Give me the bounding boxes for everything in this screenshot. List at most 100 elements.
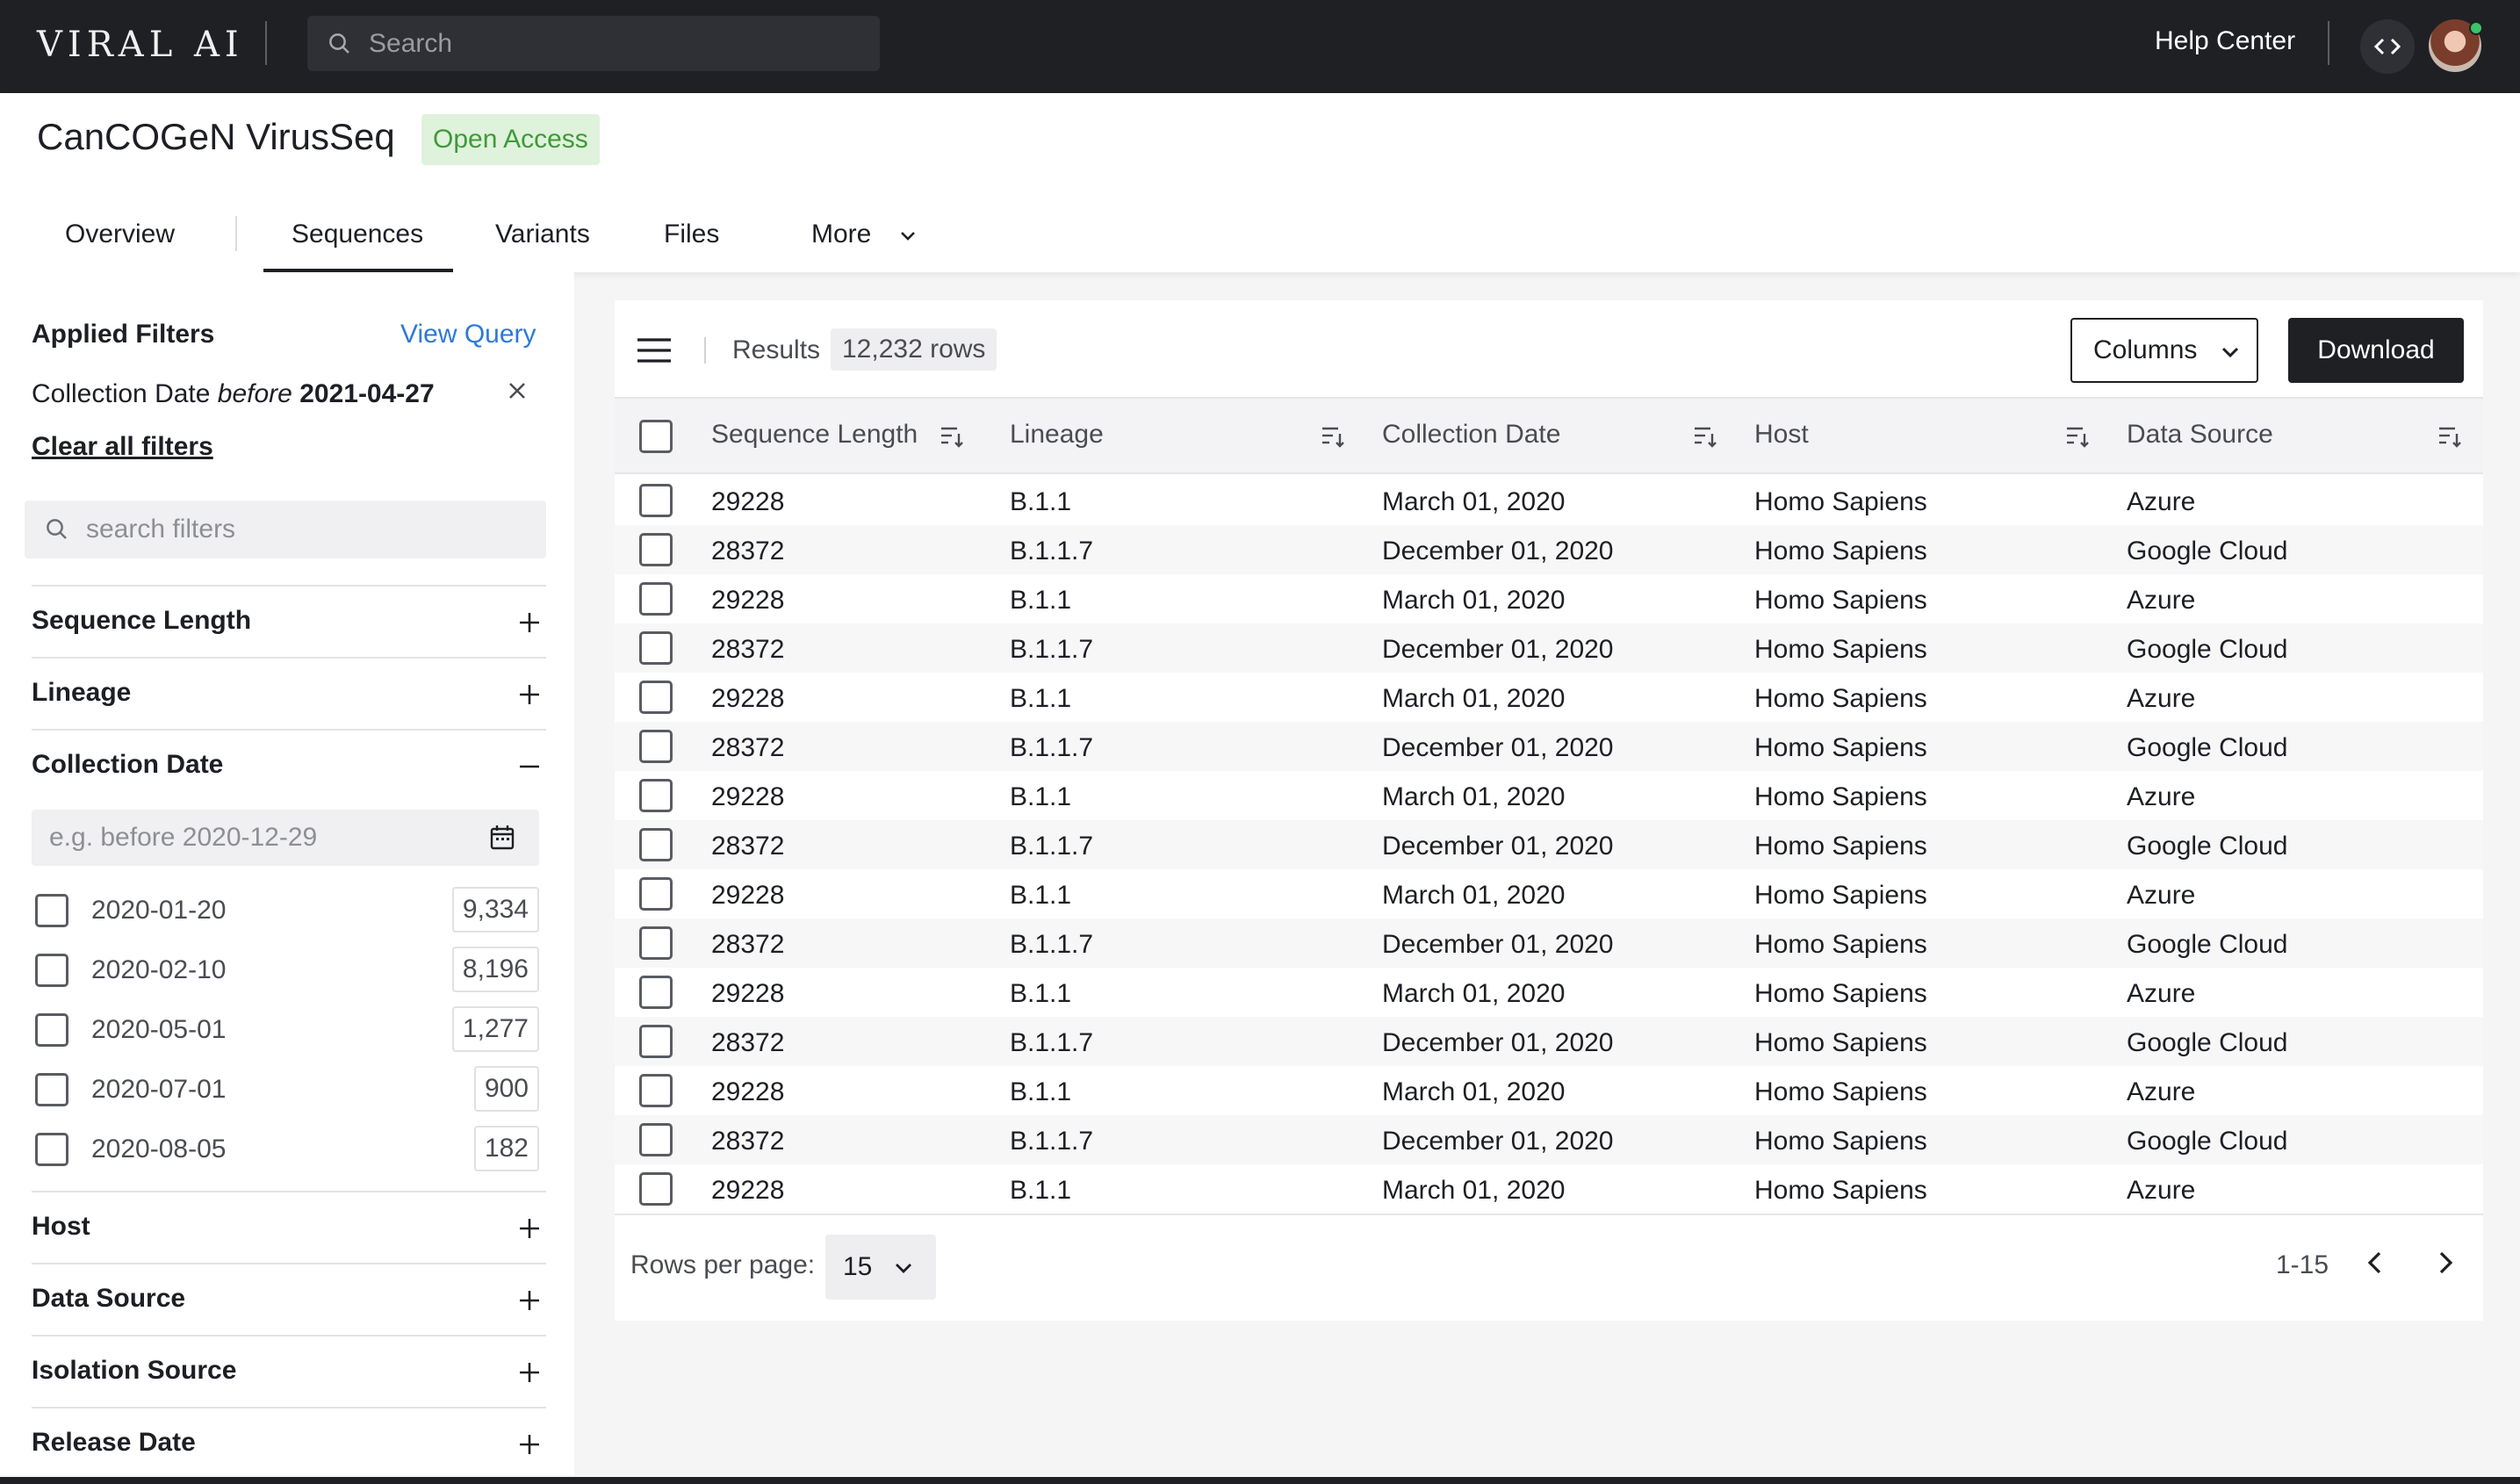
row-checkbox[interactable]	[639, 533, 673, 566]
checkbox[interactable]	[35, 1013, 68, 1047]
cell-sequence-length: 28372	[711, 1127, 785, 1156]
tab-files[interactable]: Files	[664, 220, 719, 249]
checkbox[interactable]	[35, 894, 68, 927]
tab-variants[interactable]: Variants	[495, 220, 590, 249]
date-option[interactable]: 2020-08-05 182	[35, 1126, 539, 1171]
table-row[interactable]: 28372 B.1.1.7 December 01, 2020 Homo Sapien…	[615, 623, 2483, 673]
table-row[interactable]: 29228 B.1.1 March 01, 2020 Homo Sapiens Azur…	[615, 1164, 2483, 1214]
filter-section-lineage[interactable]: Lineage	[32, 657, 546, 729]
row-checkbox[interactable]	[639, 1123, 673, 1156]
sort-icon[interactable]	[940, 425, 964, 448]
row-checkbox[interactable]	[639, 631, 673, 665]
table-row[interactable]: 29228 B.1.1 March 01, 2020 Homo Sapiens Azur…	[615, 476, 2483, 525]
select-all-checkbox[interactable]	[639, 420, 673, 453]
date-option[interactable]: 2020-07-01 900	[35, 1066, 539, 1112]
column-header-data-source[interactable]: Data Source	[2127, 420, 2273, 450]
row-checkbox[interactable]	[639, 681, 673, 714]
column-header-sequence-length[interactable]: Sequence Length	[711, 420, 918, 450]
filter-section-isolation-source[interactable]: Isolation Source	[32, 1335, 546, 1407]
table-row[interactable]: 28372 B.1.1.7 December 01, 2020 Homo Sapien…	[615, 918, 2483, 968]
checkbox[interactable]	[35, 954, 68, 987]
table-row[interactable]: 29228 B.1.1 March 01, 2020 Homo Sapiens Azur…	[615, 574, 2483, 623]
hamburger-menu-icon[interactable]	[636, 335, 673, 365]
rows-per-page-select[interactable]: 15	[825, 1235, 936, 1300]
table-row[interactable]: 29228 B.1.1 March 01, 2020 Homo Sapiens Azur…	[615, 968, 2483, 1017]
close-icon[interactable]	[506, 379, 529, 402]
chevron-left-icon[interactable]	[2362, 1249, 2390, 1277]
filter-section-data-source[interactable]: Data Source	[32, 1263, 546, 1335]
viral-ai-logo[interactable]: VIRAL AI	[37, 25, 244, 65]
row-checkbox[interactable]	[639, 976, 673, 1009]
sort-icon[interactable]	[1693, 425, 1717, 448]
row-checkbox[interactable]	[639, 1172, 673, 1206]
minus-icon[interactable]	[518, 755, 541, 778]
filter-section-release-date[interactable]: Release Date	[32, 1407, 546, 1479]
filter-section-label: Lineage	[32, 678, 132, 707]
clear-all-filters-link[interactable]: Clear all filters	[32, 432, 213, 462]
row-checkbox[interactable]	[639, 828, 673, 861]
collection-date-input[interactable]	[32, 810, 539, 866]
collection-date-field[interactable]	[49, 810, 471, 866]
plus-icon[interactable]	[518, 1289, 541, 1312]
columns-button[interactable]: Columns	[2070, 318, 2258, 383]
checkbox[interactable]	[35, 1073, 68, 1106]
filter-section-collection-date[interactable]: Collection Date	[32, 729, 546, 801]
column-header-lineage[interactable]: Lineage	[1010, 420, 1104, 450]
search-icon	[47, 519, 67, 539]
plus-icon[interactable]	[518, 1361, 541, 1384]
date-option[interactable]: 2020-01-20 9,334	[35, 887, 539, 933]
table-row[interactable]: 29228 B.1.1 March 01, 2020 Homo Sapiens Azur…	[615, 771, 2483, 820]
sort-icon[interactable]	[1321, 425, 1345, 448]
table-row[interactable]: 29228 B.1.1 March 01, 2020 Homo Sapiens Azur…	[615, 1066, 2483, 1115]
checkbox[interactable]	[35, 1133, 68, 1166]
row-checkbox[interactable]	[639, 1074, 673, 1107]
cell-collection-date: March 01, 2020	[1382, 881, 1566, 910]
plus-icon[interactable]	[518, 1217, 541, 1240]
cell-sequence-length: 29228	[711, 1176, 785, 1205]
cell-host: Homo Sapiens	[1754, 832, 1927, 861]
cell-data-source: Azure	[2127, 586, 2196, 615]
row-checkbox[interactable]	[639, 877, 673, 911]
table-row[interactable]: 28372 B.1.1.7 December 01, 2020 Homo Sapien…	[615, 1017, 2483, 1066]
date-option[interactable]: 2020-05-01 1,277	[35, 1006, 539, 1052]
filter-section-sequence-length[interactable]: Sequence Length	[32, 585, 546, 657]
plus-icon[interactable]	[518, 611, 541, 634]
search-icon	[329, 33, 349, 54]
help-center-link[interactable]: Help Center	[2155, 26, 2295, 56]
table-row[interactable]: 28372 B.1.1.7 December 01, 2020 Homo Sapien…	[615, 722, 2483, 771]
table-row[interactable]: 29228 B.1.1 March 01, 2020 Homo Sapiens Azur…	[615, 673, 2483, 722]
api-code-button[interactable]	[2360, 19, 2415, 74]
plus-icon[interactable]	[518, 683, 541, 706]
filter-search[interactable]	[25, 501, 546, 558]
row-checkbox[interactable]	[639, 730, 673, 763]
chevron-right-icon[interactable]	[2430, 1249, 2459, 1277]
view-query-link[interactable]: View Query	[400, 320, 536, 349]
column-header-host[interactable]: Host	[1754, 420, 1809, 450]
table-row[interactable]: 28372 B.1.1.7 December 01, 2020 Homo Sapien…	[615, 820, 2483, 869]
row-checkbox[interactable]	[639, 1025, 673, 1058]
cell-data-source: Google Cloud	[2127, 537, 2288, 566]
sort-icon[interactable]	[2065, 425, 2090, 448]
sort-icon[interactable]	[2437, 425, 2462, 448]
filter-section-host[interactable]: Host	[32, 1191, 546, 1263]
table-row[interactable]: 28372 B.1.1.7 December 01, 2020 Homo Sapien…	[615, 525, 2483, 574]
filter-search-input[interactable]	[86, 501, 525, 558]
row-checkbox[interactable]	[639, 779, 673, 812]
row-checkbox[interactable]	[639, 926, 673, 960]
user-avatar[interactable]	[2429, 19, 2483, 72]
row-checkbox[interactable]	[639, 484, 673, 517]
table-row[interactable]: 28372 B.1.1.7 December 01, 2020 Homo Sapien…	[615, 1115, 2483, 1164]
table-row[interactable]: 29228 B.1.1 March 01, 2020 Homo Sapiens Azur…	[615, 869, 2483, 918]
download-button[interactable]: Download	[2288, 318, 2464, 383]
date-option[interactable]: 2020-02-10 8,196	[35, 947, 539, 992]
tab-sequences[interactable]: Sequences	[292, 220, 423, 249]
calendar-icon[interactable]	[488, 824, 516, 852]
plus-icon[interactable]	[518, 1433, 541, 1456]
global-search[interactable]	[307, 16, 880, 71]
cell-data-source: Azure	[2127, 487, 2196, 516]
row-checkbox[interactable]	[639, 582, 673, 616]
tab-more[interactable]: More	[811, 220, 925, 255]
global-search-input[interactable]	[369, 16, 860, 71]
tab-overview[interactable]: Overview	[65, 220, 175, 249]
column-header-collection-date[interactable]: Collection Date	[1382, 420, 1560, 450]
